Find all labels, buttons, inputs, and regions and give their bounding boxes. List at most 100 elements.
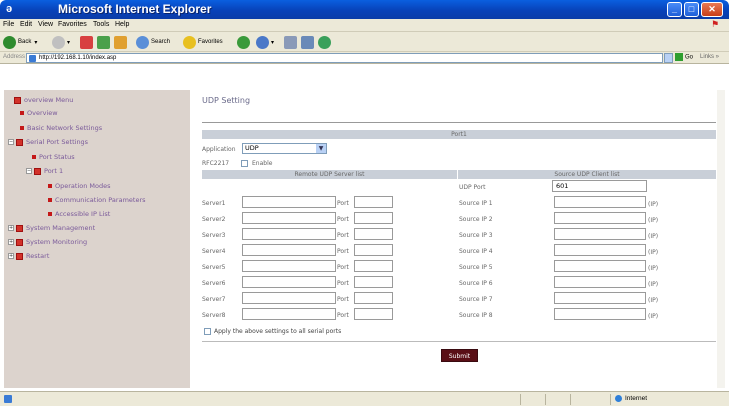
source-ip-5-label: Source IP 5 [459,264,493,271]
address-bar: Address http://192.168.1.10/index.asp Go… [0,52,729,64]
source-ip-8-label: Source IP 8 [459,312,493,319]
server-2-input[interactable] [242,212,336,224]
nav-basic-network-settings[interactable]: Basic Network Settings [20,124,102,132]
back-button[interactable]: Back ▾ [3,35,37,49]
server-1-label: Server1 [202,200,226,207]
server-7-input[interactable] [242,292,336,304]
server-5-port-input[interactable] [354,260,393,272]
messenger-button[interactable] [318,35,333,49]
nav-system-monitoring[interactable]: + System Monitoring [8,238,87,246]
mail-icon [256,35,269,49]
forward-button[interactable]: ▾ [52,35,70,49]
server-5-input[interactable] [242,260,336,272]
source-ip-8-input[interactable] [554,308,646,320]
expand-icon[interactable]: + [8,225,14,231]
menu-tools[interactable]: Tools [93,21,109,28]
server-2-label: Server2 [202,216,226,223]
main-content: UDP Setting Port1 Application UDP ▼ RFC2… [196,90,716,388]
home-button[interactable] [114,35,129,49]
maximize-button[interactable]: □ [684,2,699,17]
page-title: UDP Setting [202,96,251,105]
favorites-star-icon [183,35,196,49]
stop-button[interactable] [80,35,95,49]
address-input[interactable]: http://192.168.1.10/index.asp [26,53,663,63]
print-button[interactable] [284,35,299,49]
refresh-button[interactable] [97,35,112,49]
submit-button[interactable]: Submit [441,349,478,362]
source-ip-3-label: Source IP 3 [459,232,493,239]
menu-file[interactable]: File [3,21,14,28]
mail-button[interactable]: ▾ [256,35,274,49]
rfc2217-enable-checkbox[interactable] [241,160,248,167]
nav-port-1[interactable]: − Port 1 [26,167,63,175]
udp-port-input[interactable]: 601 [552,180,647,192]
nav-overview-menu[interactable]: overview Menu [14,96,73,104]
folder-icon [16,252,23,260]
search-button[interactable]: Search [136,35,170,49]
nav-communication-parameters[interactable]: Communication Parameters [48,196,146,204]
go-button[interactable]: Go [675,53,693,61]
apply-all-checkbox[interactable] [204,328,211,335]
server-6-input[interactable] [242,276,336,288]
source-ip-4-input[interactable] [554,244,646,256]
source-ip-6-input[interactable] [554,276,646,288]
edit-button[interactable] [301,35,316,49]
section-port-header: Port1 [202,130,716,139]
server-3-input[interactable] [242,228,336,240]
ie-app-icon[interactable]: ǝ [6,3,18,16]
favorites-button[interactable]: Favorites [183,35,223,49]
source-ip-3-input[interactable] [554,228,646,240]
server-2-port-input[interactable] [354,212,393,224]
collapse-icon[interactable]: − [26,168,32,174]
nav-accessible-ip-list[interactable]: Accessible IP List [48,210,110,218]
messenger-icon [318,35,331,49]
application-label: Application [202,146,236,153]
history-button[interactable] [237,35,252,49]
page-scrollbar[interactable] [717,90,725,388]
ip-suffix: (IP) [648,249,659,256]
server-5-label: Server5 [202,264,226,271]
expand-icon[interactable]: + [8,239,14,245]
links-button[interactable]: Links » [700,54,719,60]
ip-suffix: (IP) [648,313,659,320]
nav-port-status[interactable]: Port Status [32,153,75,161]
server-3-port-input[interactable] [354,228,393,240]
close-button[interactable]: ✕ [701,2,723,17]
server-6-port-input[interactable] [354,276,393,288]
server-4-port-input[interactable] [354,244,393,256]
ip-suffix: (IP) [648,201,659,208]
source-ip-1-input[interactable] [554,196,646,208]
nav-restart[interactable]: + Restart [8,252,49,260]
status-divider [610,394,611,405]
nav-system-management[interactable]: + System Management [8,224,95,232]
address-dropdown-button[interactable] [664,53,673,63]
menu-edit[interactable]: Edit [20,21,32,28]
menu-help[interactable]: Help [115,21,129,28]
menu-view[interactable]: View [38,21,53,28]
source-ip-5-input[interactable] [554,260,646,272]
menu-folder-icon [14,96,21,104]
server-6-label: Server6 [202,280,226,287]
nav-overview[interactable]: Overview [20,109,58,117]
collapse-icon[interactable]: − [8,139,14,145]
port-label: Port [337,248,349,255]
nav-serial-port-settings[interactable]: − Serial Port Settings [8,138,88,146]
print-icon [284,35,297,49]
minimize-button[interactable]: _ [667,2,682,17]
server-1-port-input[interactable] [354,196,393,208]
server-1-input[interactable] [242,196,336,208]
title-divider [202,122,716,123]
application-select[interactable]: UDP ▼ [242,143,327,154]
menu-favorites[interactable]: Favorites [58,21,87,28]
source-ip-2-input[interactable] [554,212,646,224]
server-8-port-input[interactable] [354,308,393,320]
server-7-port-input[interactable] [354,292,393,304]
source-ip-2-label: Source IP 2 [459,216,493,223]
server-8-input[interactable] [242,308,336,320]
expand-icon[interactable]: + [8,253,14,259]
server-4-input[interactable] [242,244,336,256]
source-ip-7-input[interactable] [554,292,646,304]
nav-operation-modes[interactable]: Operation Modes [48,182,111,190]
refresh-icon [97,35,110,49]
bullet-icon [48,212,52,216]
